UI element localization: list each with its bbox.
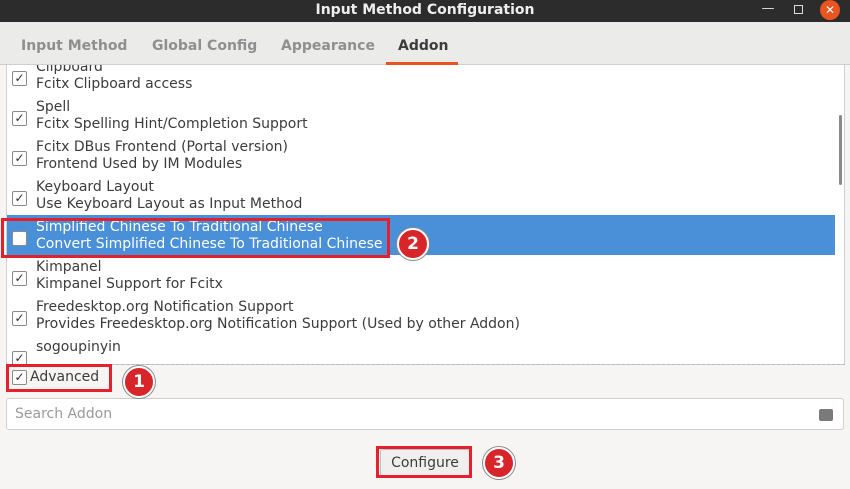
addon-name: Clipboard xyxy=(36,65,103,75)
annotation-badge-1: 1 xyxy=(123,366,155,398)
search-placeholder: Search Addon xyxy=(15,406,113,422)
addon-name: Keyboard Layout xyxy=(36,179,154,195)
clear-icon[interactable] xyxy=(819,409,833,421)
list-bottom-border xyxy=(6,364,845,365)
addon-checkbox[interactable]: ✓ xyxy=(12,271,27,286)
list-item[interactable]: ✓ Spell Fcitx Spelling Hint/Completion S… xyxy=(7,95,835,135)
annotation-box-advanced xyxy=(6,364,112,392)
tab-input-method[interactable]: Input Method xyxy=(21,38,127,54)
addon-checkbox[interactable]: ✓ xyxy=(12,151,27,166)
annotation-box-addon xyxy=(1,218,390,258)
addon-description: Use Keyboard Layout as Input Method xyxy=(36,196,303,212)
addon-description: Kimpanel Support for Fcitx xyxy=(36,276,223,292)
addon-description: Fcitx Clipboard access xyxy=(36,76,193,92)
tab-global-config[interactable]: Global Config xyxy=(152,38,257,54)
annotation-badge-3: 3 xyxy=(483,447,515,479)
annotation-box-configure xyxy=(376,446,472,478)
addon-checkbox[interactable]: ✓ xyxy=(12,351,27,364)
addon-name: Fcitx DBus Frontend (Portal version) xyxy=(36,139,288,155)
addon-name: Spell xyxy=(36,99,71,115)
list-item[interactable]: ✓ sogoupinyin xyxy=(7,335,835,364)
close-icon[interactable]: ✕ xyxy=(820,0,840,20)
minimize-icon[interactable]: — xyxy=(758,0,778,20)
title-bar: Input Method Configuration — ✕ xyxy=(0,0,850,22)
annotation-badge-2: 2 xyxy=(397,228,429,260)
list-item[interactable]: ✓ Fcitx DBus Frontend (Portal version) F… xyxy=(7,135,835,175)
tab-appearance[interactable]: Appearance xyxy=(281,38,375,54)
addon-name: sogoupinyin xyxy=(36,339,121,355)
scrollbar-thumb[interactable] xyxy=(839,115,842,185)
addon-name: Freedesktop.org Notification Support xyxy=(36,299,294,315)
addon-name: Kimpanel xyxy=(36,259,102,275)
addon-checkbox[interactable]: ✓ xyxy=(12,311,27,326)
addon-checkbox[interactable]: ✓ xyxy=(12,71,27,86)
window-title: Input Method Configuration xyxy=(315,2,535,18)
maximize-icon[interactable] xyxy=(788,0,808,20)
addon-list[interactable]: ✓ Clipboard Fcitx Clipboard access ✓ Spe… xyxy=(6,65,845,365)
addon-description: Fcitx Spelling Hint/Completion Support xyxy=(36,116,308,132)
addon-checkbox[interactable]: ✓ xyxy=(12,111,27,126)
tab-bar: Input Method Global Config Appearance Ad… xyxy=(0,22,850,65)
addon-checkbox[interactable]: ✓ xyxy=(12,191,27,206)
tab-addon[interactable]: Addon xyxy=(398,38,448,54)
list-item[interactable]: ✓ Freedesktop.org Notification Support P… xyxy=(7,295,835,335)
addon-description: Frontend Used by IM Modules xyxy=(36,156,243,172)
list-item[interactable]: ✓ Clipboard Fcitx Clipboard access xyxy=(7,65,835,95)
list-item[interactable]: ✓ Kimpanel Kimpanel Support for Fcitx xyxy=(7,255,835,295)
list-item[interactable]: ✓ Keyboard Layout Use Keyboard Layout as… xyxy=(7,175,835,215)
search-input[interactable]: Search Addon xyxy=(6,398,844,430)
addon-description: Provides Freedesktop.org Notification Su… xyxy=(36,316,520,332)
